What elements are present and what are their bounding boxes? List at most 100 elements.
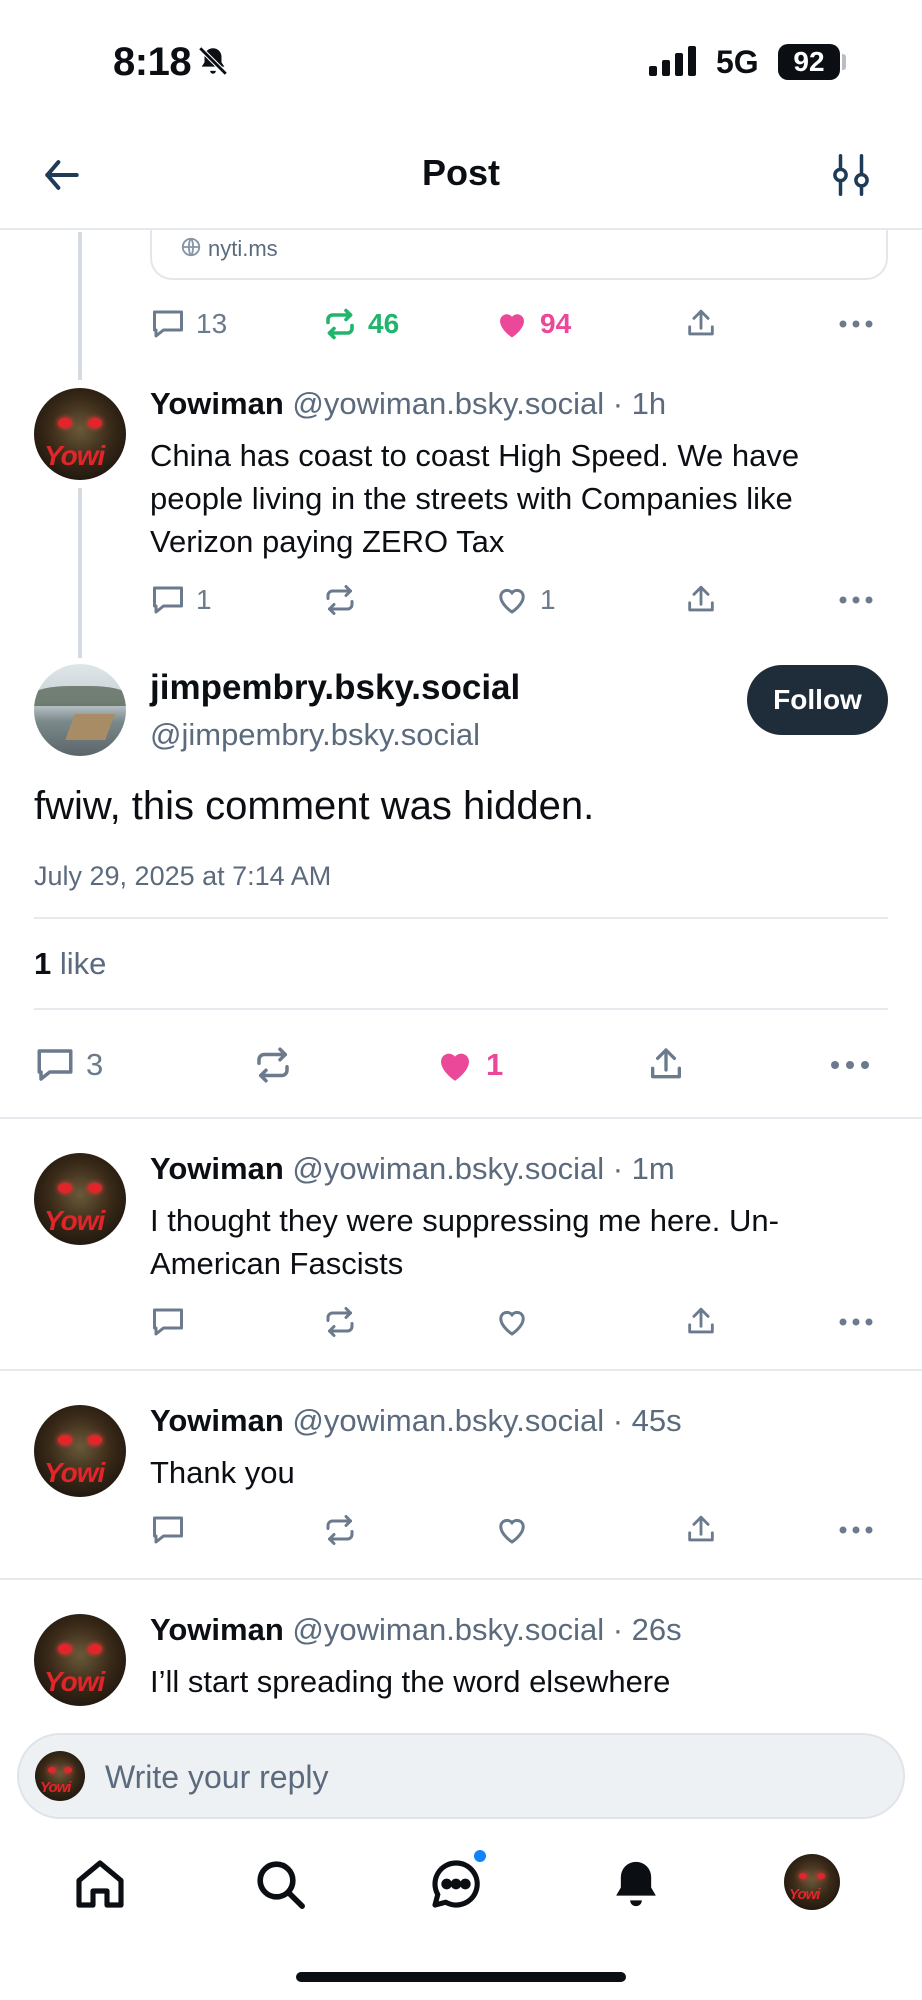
like-count: 1	[486, 1047, 504, 1082]
main-post-display-name[interactable]: jimpembry.bsky.social	[150, 668, 520, 708]
likes-summary-count: 1	[34, 946, 52, 981]
like-button[interactable]	[494, 1508, 530, 1552]
reply-placeholder: Write your reply	[105, 1759, 329, 1795]
more-button[interactable]	[830, 1040, 870, 1090]
follow-button[interactable]: Follow	[747, 665, 888, 735]
avatar[interactable]: Yowi	[34, 388, 126, 480]
reply-button[interactable]: 1	[150, 578, 212, 622]
like-count: 94	[540, 308, 572, 339]
author-handle: @yowiman.bsky.social	[292, 1612, 605, 1647]
post-text: China has coast to coast High Speed. We …	[150, 438, 800, 559]
link-card[interactable]: nyti.ms	[150, 230, 888, 280]
author-handle: @yowiman.bsky.social	[292, 1403, 605, 1438]
like-count: 1	[540, 584, 556, 615]
more-button[interactable]	[838, 578, 874, 622]
share-button[interactable]	[684, 302, 718, 346]
like-button[interactable]: 1	[434, 1040, 503, 1090]
link-domain: nyti.ms	[208, 236, 278, 261]
comment-icon	[153, 1516, 183, 1544]
share-button[interactable]	[684, 578, 718, 622]
post-time: · 1m	[612, 1151, 675, 1186]
heart-icon	[499, 1310, 525, 1336]
reply-button[interactable]	[150, 1300, 186, 1344]
main-post-date: July 29, 2025 at 7:14 AM	[34, 861, 332, 891]
post-time: · 1h	[612, 386, 667, 421]
more-button[interactable]	[838, 302, 874, 346]
more-icon	[839, 1526, 873, 1534]
divider	[0, 1117, 922, 1119]
main-post-actions: 3 1	[34, 1040, 888, 1090]
comment-icon	[153, 1308, 183, 1336]
status-bar: 8:18 5G 92	[0, 0, 922, 120]
likes-summary[interactable]: 1 like	[34, 946, 106, 982]
post-author[interactable]: Yowiman @yowiman.bsky.social · 45s	[150, 1403, 682, 1439]
divider	[0, 1578, 922, 1580]
avatar[interactable]	[34, 664, 126, 756]
main-post-handle[interactable]: @jimpembry.bsky.social	[150, 717, 480, 753]
filter-icon[interactable]	[830, 152, 872, 198]
post-text: Thank you	[150, 1455, 295, 1490]
post-header: Post	[0, 120, 922, 230]
post-text: I’ll start spreading the word elsewhere	[150, 1664, 671, 1699]
bell-icon[interactable]	[608, 1856, 664, 1912]
repost-icon	[326, 1307, 354, 1337]
repost-icon	[257, 1047, 289, 1083]
repost-button[interactable]	[322, 1508, 358, 1552]
like-button[interactable]: 94	[494, 302, 571, 346]
share-button[interactable]	[684, 1300, 718, 1344]
home-icon[interactable]	[72, 1856, 128, 1912]
search-icon[interactable]	[252, 1856, 308, 1912]
avatar[interactable]: Yowi	[34, 1153, 126, 1245]
avatar: Yowi	[35, 1751, 85, 1801]
repost-icon	[326, 308, 354, 340]
reply-button[interactable]: 13	[150, 302, 227, 346]
chat-unread-badge	[472, 1848, 488, 1864]
share-icon	[651, 1048, 681, 1079]
main-post-text: fwiw, this comment was hidden.	[34, 784, 595, 828]
repost-button[interactable]	[322, 1300, 358, 1344]
profile-avatar[interactable]: Yowi	[784, 1854, 840, 1910]
heart-icon	[499, 588, 525, 614]
repost-button[interactable]	[252, 1040, 294, 1090]
more-button[interactable]	[838, 1300, 874, 1344]
more-icon	[839, 320, 873, 328]
reply-count: 1	[196, 584, 212, 615]
post-author[interactable]: Yowiman @yowiman.bsky.social · 1m	[150, 1151, 675, 1187]
home-indicator	[296, 1972, 626, 1982]
battery-indicator: 92	[778, 44, 840, 80]
thread-line	[78, 488, 82, 658]
repost-count: 46	[368, 308, 400, 339]
repost-button[interactable]: 46	[322, 302, 399, 346]
author-name: Yowiman	[150, 1612, 284, 1647]
network-label: 5G	[716, 44, 759, 80]
comment-icon	[153, 586, 183, 614]
chat-icon[interactable]	[428, 1856, 484, 1912]
like-button[interactable]: 1	[494, 578, 556, 622]
divider	[0, 1369, 922, 1371]
reply-button[interactable]	[150, 1508, 186, 1552]
repost-icon	[326, 585, 354, 615]
avatar[interactable]: Yowi	[34, 1614, 126, 1706]
reply-count: 13	[196, 308, 228, 339]
share-button[interactable]	[684, 1508, 718, 1552]
avatar[interactable]: Yowi	[34, 1405, 126, 1497]
reply-composer[interactable]: Yowi Write your reply	[17, 1733, 905, 1819]
post-time: · 26s	[612, 1612, 682, 1647]
repost-button[interactable]	[322, 578, 358, 622]
share-icon	[688, 585, 714, 612]
post-author[interactable]: Yowiman @yowiman.bsky.social · 26s	[150, 1612, 682, 1648]
likes-summary-label: like	[59, 946, 107, 981]
more-button[interactable]	[838, 1508, 874, 1552]
signal-icon	[649, 46, 696, 76]
reply-button[interactable]: 3	[34, 1040, 103, 1090]
avatar-text: Yowi	[44, 440, 105, 471]
heart-icon	[499, 1518, 525, 1544]
comment-icon	[153, 310, 183, 338]
author-handle: @yowiman.bsky.social	[292, 386, 605, 421]
like-button[interactable]	[494, 1300, 530, 1344]
author-name: Yowiman	[150, 386, 284, 421]
share-button[interactable]	[646, 1040, 686, 1090]
author-name: Yowiman	[150, 1403, 284, 1438]
more-icon	[839, 596, 873, 604]
post-author[interactable]: Yowiman @yowiman.bsky.social · 1h	[150, 386, 666, 422]
